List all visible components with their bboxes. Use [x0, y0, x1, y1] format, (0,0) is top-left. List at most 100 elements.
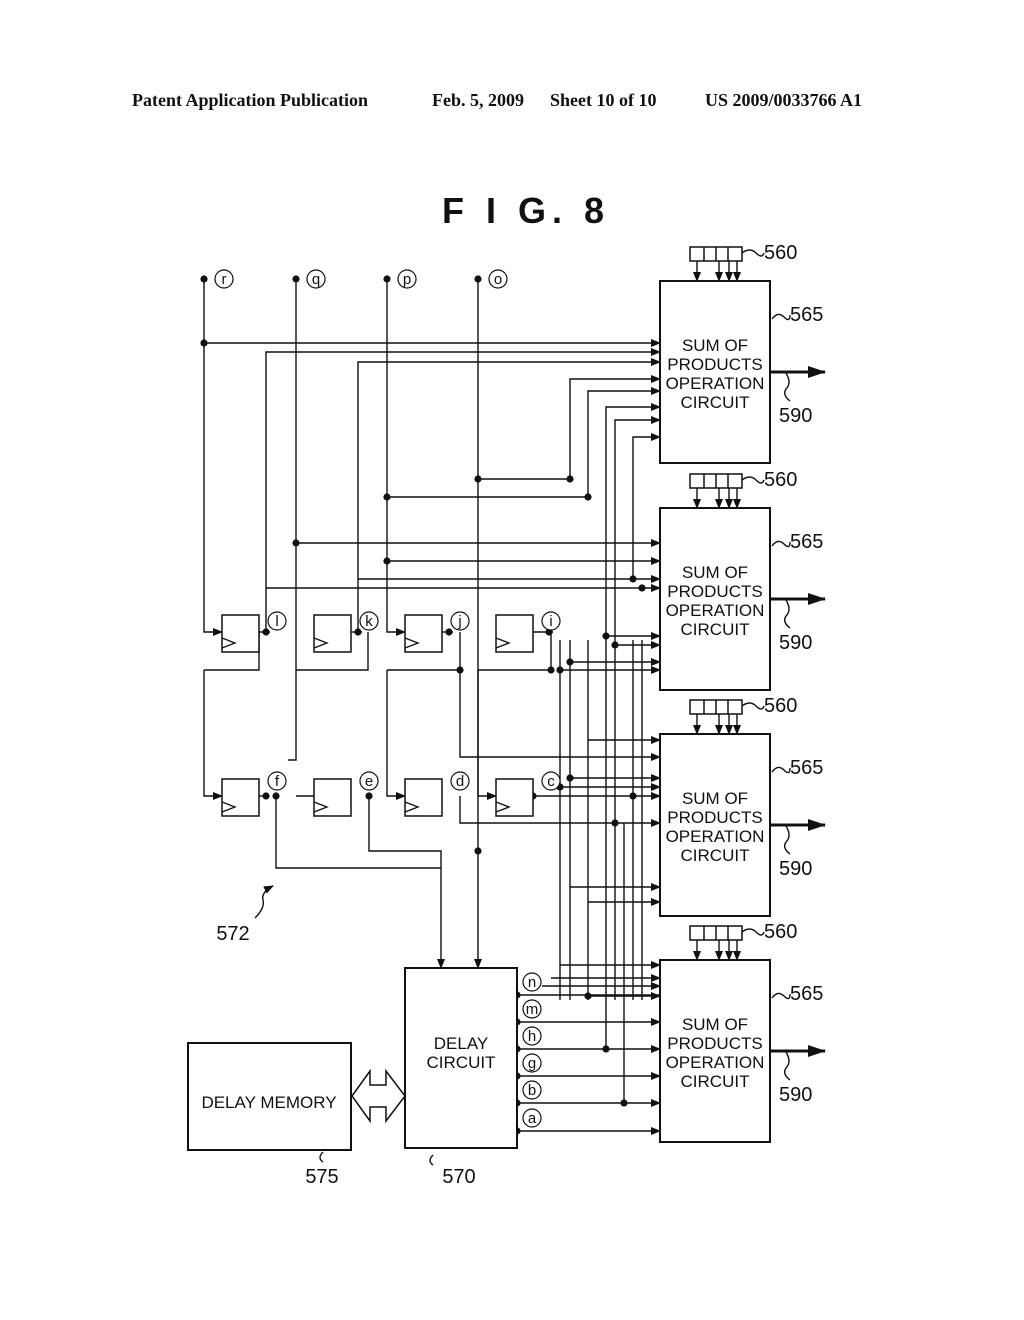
input-q-line — [288, 279, 297, 761]
sop-label-line: CIRCUIT — [681, 1072, 750, 1091]
junction-dot — [629, 575, 637, 583]
sop-label-line: OPERATION — [666, 827, 765, 846]
delay-output-b: b — [528, 1082, 536, 1099]
leader-590 — [783, 1051, 791, 1081]
ref-570: 570 — [442, 1166, 475, 1188]
junction-dot — [638, 584, 646, 592]
ref-560: 560 — [764, 695, 797, 717]
junction-dot — [629, 792, 637, 800]
sop-label-line: PRODUCTS — [667, 355, 762, 374]
junction-dot — [456, 666, 464, 674]
junction-dot — [602, 632, 610, 640]
delay-circuit-label: CIRCUIT — [427, 1053, 496, 1072]
ref-572: 572 — [216, 923, 249, 945]
junction-dot — [566, 475, 574, 483]
ref-565: 565 — [790, 531, 823, 553]
junction-dot — [292, 275, 300, 283]
tap-j: j — [457, 613, 461, 630]
ref-575: 575 — [305, 1166, 338, 1188]
junction-dot — [383, 557, 391, 565]
sop-label-line: PRODUCTS — [667, 582, 762, 601]
tap-c: c — [547, 773, 555, 790]
ref-590: 590 — [779, 858, 812, 880]
input-o: o — [494, 271, 502, 288]
sop-label-line: SUM OF — [682, 1015, 748, 1034]
ref-560: 560 — [764, 921, 797, 943]
leader-590 — [783, 599, 791, 629]
chain-1b — [203, 670, 223, 800]
sop-label-line: OPERATION — [666, 374, 765, 393]
junction-dot — [474, 275, 482, 283]
ref-590: 590 — [779, 632, 812, 654]
feed-delay — [368, 796, 445, 969]
sop-label-line: OPERATION — [666, 1053, 765, 1072]
leader-590 — [783, 825, 791, 855]
junction-dot — [566, 774, 574, 782]
leader-560 — [741, 928, 765, 936]
junction-dot — [200, 275, 208, 283]
sop-label-line: CIRCUIT — [681, 846, 750, 865]
junction-dot — [383, 275, 391, 283]
ref-565: 565 — [790, 983, 823, 1005]
leader-560 — [741, 476, 765, 484]
junction-dot — [584, 992, 592, 1000]
leader-572 — [254, 885, 274, 919]
chain-3b — [386, 670, 406, 800]
sop-label-line: PRODUCTS — [667, 1034, 762, 1053]
leader-565 — [771, 766, 791, 774]
input-r-line — [203, 279, 223, 636]
sop-label-line: OPERATION — [666, 601, 765, 620]
tap-k: k — [365, 613, 373, 630]
feed — [614, 416, 661, 640]
leader-570 — [429, 1154, 434, 1166]
junction-dot — [262, 792, 270, 800]
sop-label-line: CIRCUIT — [681, 393, 750, 412]
tap-e: e — [365, 773, 373, 790]
junction-dot — [474, 847, 482, 855]
input-p: p — [403, 271, 411, 288]
input-r: r — [222, 271, 227, 288]
circuit-diagram: SUM OFPRODUCTSOPERATIONCIRCUIT560565590S… — [187, 242, 826, 1188]
junction-dot — [584, 493, 592, 501]
leader-565 — [771, 540, 791, 548]
sop-label-line: SUM OF — [682, 563, 748, 582]
ref-560: 560 — [764, 242, 797, 264]
delay-output-n: n — [528, 974, 536, 991]
tap-l: l — [275, 613, 278, 630]
delay-output-a: a — [528, 1110, 537, 1127]
bidirectional-arrow-icon — [351, 1068, 406, 1124]
sop-label-line: SUM OF — [682, 789, 748, 808]
delay-output-g: g — [528, 1055, 536, 1072]
leader-565 — [771, 313, 791, 321]
leader-590 — [783, 372, 791, 402]
delay-output-h: h — [528, 1028, 536, 1045]
tap-i: i — [549, 613, 552, 630]
junction-dot — [354, 628, 362, 636]
junction-dot — [200, 339, 208, 347]
ref-560: 560 — [764, 469, 797, 491]
sop-label-line: SUM OF — [682, 336, 748, 355]
junction-dot — [292, 539, 300, 547]
leader-560 — [741, 702, 765, 710]
ref-565: 565 — [790, 757, 823, 779]
junction-dot — [474, 475, 482, 483]
junction-dot — [272, 792, 280, 800]
chain-4b — [477, 670, 497, 800]
sop-label-line: PRODUCTS — [667, 808, 762, 827]
leader-575 — [319, 1151, 324, 1163]
junction-dot — [611, 641, 619, 649]
delay-output-m: m — [526, 1001, 539, 1018]
junction-dot — [620, 1099, 628, 1107]
junction-dot — [566, 658, 574, 666]
ref-565: 565 — [790, 304, 823, 326]
leader-565 — [771, 992, 791, 1000]
junction-dot — [383, 493, 391, 501]
junction-dot — [602, 1045, 610, 1053]
ref-590: 590 — [779, 405, 812, 427]
tap-d: d — [456, 773, 464, 790]
feed — [632, 433, 661, 578]
junction-dot — [611, 819, 619, 827]
delay-circuit-label: DELAY — [434, 1034, 489, 1053]
delay-memory-label: DELAY MEMORY — [201, 1093, 336, 1112]
junction-dot — [365, 792, 373, 800]
